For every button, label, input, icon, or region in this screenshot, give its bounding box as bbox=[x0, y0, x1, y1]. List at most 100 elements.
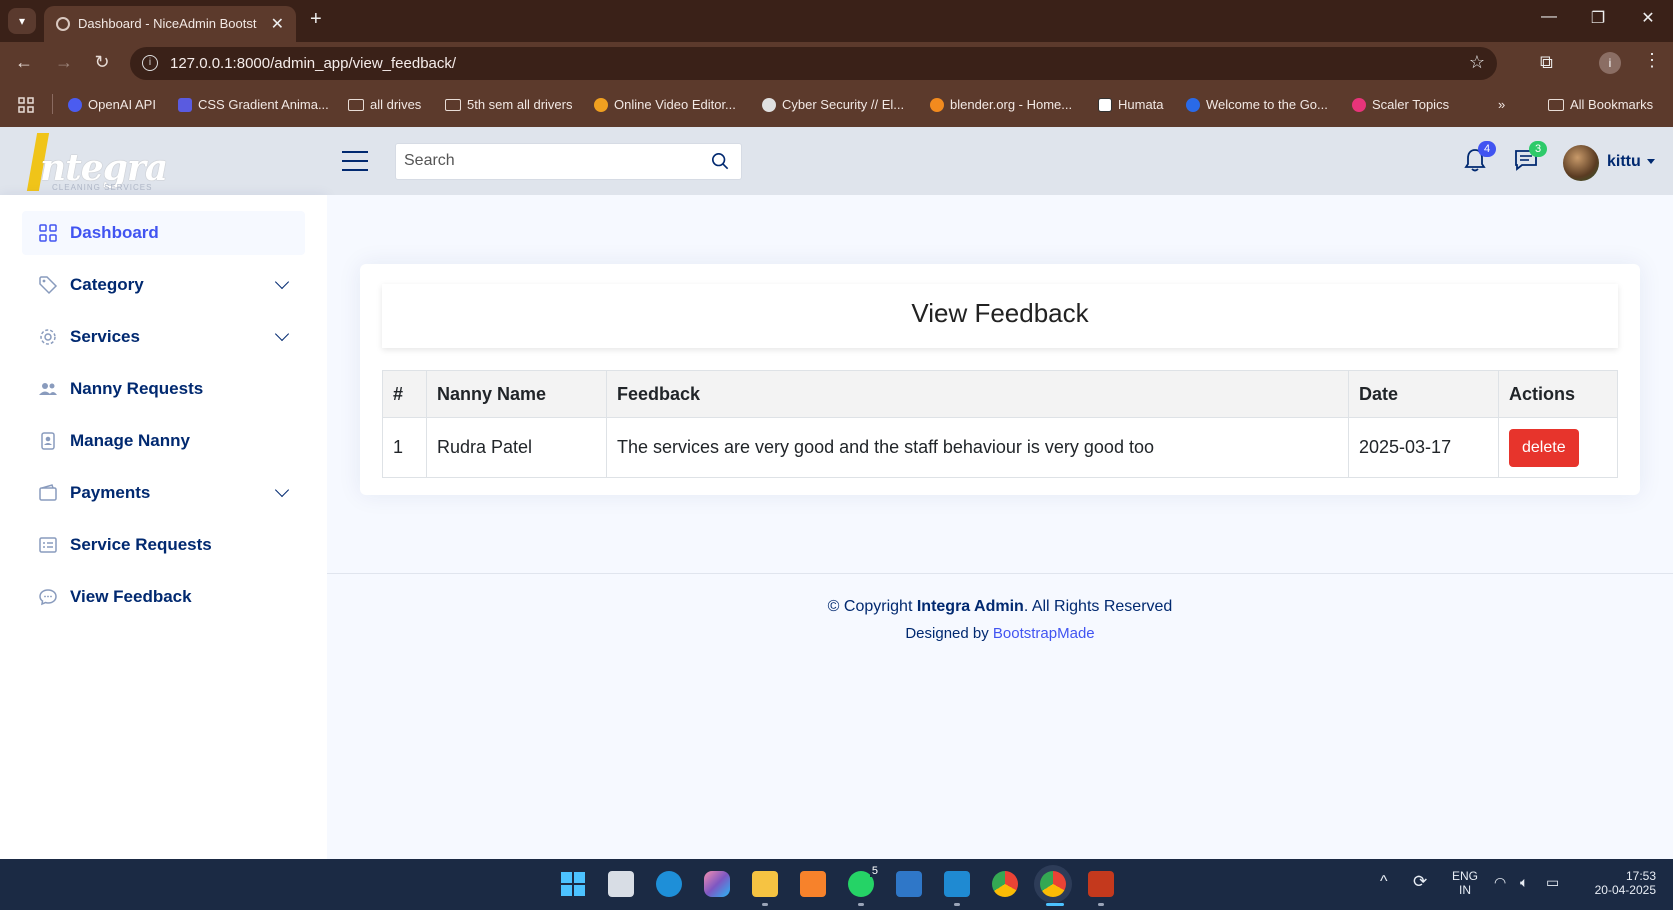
globe-icon bbox=[56, 17, 70, 31]
bootstrapmade-link[interactable]: BootstrapMade bbox=[993, 625, 1095, 642]
powerpoint-icon[interactable] bbox=[1088, 871, 1114, 897]
humata-icon bbox=[1098, 97, 1112, 112]
list-card-icon bbox=[39, 537, 57, 553]
logo[interactable]: ntegra CLEANING SERVICES bbox=[22, 127, 172, 195]
sidebar-item-label: Payments bbox=[70, 483, 151, 502]
caret-down-icon[interactable] bbox=[1647, 159, 1655, 164]
copilot-icon[interactable] bbox=[704, 871, 730, 897]
tab-close-icon[interactable]: ✕ bbox=[271, 14, 284, 34]
wifi-icon[interactable]: ◠ bbox=[1494, 874, 1506, 891]
sidebar-item-category[interactable]: Category bbox=[22, 263, 305, 307]
sidebar-item-manage-nanny[interactable]: Manage Nanny bbox=[22, 419, 305, 463]
bookmark-all-drives[interactable]: all drives bbox=[348, 97, 421, 112]
sidebar-item-services[interactable]: Services bbox=[22, 315, 305, 359]
video-editor-icon bbox=[594, 97, 608, 112]
xampp-icon[interactable] bbox=[800, 871, 826, 897]
language-indicator[interactable]: ENG IN bbox=[1450, 869, 1480, 897]
new-tab-button[interactable]: + bbox=[310, 8, 322, 31]
folder-icon bbox=[445, 98, 461, 111]
bookmark-scaler[interactable]: Scaler Topics bbox=[1352, 97, 1449, 112]
profile-icon[interactable]: i bbox=[1599, 52, 1621, 74]
blender-icon bbox=[930, 97, 944, 112]
store-icon[interactable] bbox=[896, 871, 922, 897]
chrome-profile-icon[interactable] bbox=[1040, 871, 1066, 897]
search-input[interactable] bbox=[404, 152, 684, 170]
task-view-icon[interactable] bbox=[608, 871, 634, 897]
grid-icon bbox=[39, 224, 57, 242]
welcome-go-icon bbox=[1186, 97, 1200, 112]
sidebar-toggle-icon[interactable] bbox=[342, 151, 368, 171]
restore-button[interactable]: ❐ bbox=[1583, 8, 1613, 28]
whatsapp-icon[interactable]: 5 bbox=[848, 865, 880, 897]
vscode-icon[interactable] bbox=[944, 871, 970, 897]
feedback-table: # Nanny Name Feedback Date Actions 1 Rud… bbox=[382, 370, 1618, 478]
reload-button[interactable]: ↻ bbox=[90, 52, 114, 73]
sidebar-item-label: Services bbox=[70, 327, 140, 346]
bookmark-humata[interactable]: Humata bbox=[1098, 97, 1164, 112]
scaler-icon bbox=[1352, 97, 1366, 112]
clock[interactable]: 17:53 20-04-2025 bbox=[1582, 869, 1656, 897]
table-row: 1 Rudra Patel The services are very good… bbox=[382, 417, 1618, 478]
running-indicator bbox=[1098, 903, 1104, 906]
sidebar-item-service-requests[interactable]: Service Requests bbox=[22, 523, 305, 567]
sidebar-item-label: Service Requests bbox=[70, 535, 212, 554]
copyright: © Copyright Integra Admin. All Rights Re… bbox=[827, 598, 1173, 615]
card-header: View Feedback bbox=[382, 284, 1618, 348]
sidebar-item-dashboard[interactable]: Dashboard bbox=[22, 211, 305, 255]
sidebar-item-payments[interactable]: Payments bbox=[22, 471, 305, 515]
edge-icon[interactable] bbox=[656, 871, 682, 897]
more-bookmarks-icon[interactable]: » bbox=[1498, 97, 1505, 112]
bookmark-blender[interactable]: blender.org - Home... bbox=[930, 97, 1072, 112]
minimize-button[interactable]: — bbox=[1534, 8, 1564, 26]
running-indicator bbox=[762, 903, 768, 906]
apps-grid-icon[interactable] bbox=[18, 97, 34, 113]
messages-button[interactable]: 3 bbox=[1513, 141, 1547, 173]
notifications-button[interactable]: 4 bbox=[1462, 141, 1496, 173]
windows-start-icon[interactable] bbox=[560, 871, 586, 897]
battery-icon[interactable]: ▭ bbox=[1546, 874, 1559, 891]
bookmark-star-icon[interactable]: ☆ bbox=[1469, 52, 1485, 73]
browser-menu-icon[interactable]: ⋮ bbox=[1643, 50, 1661, 71]
address-bar[interactable]: i 127.0.0.1:8000/admin_app/view_feedback… bbox=[130, 47, 1497, 80]
running-indicator bbox=[954, 903, 960, 906]
sidebar-item-label: Manage Nanny bbox=[70, 431, 190, 450]
tab-search-button[interactable]: ▾ bbox=[8, 8, 36, 34]
volume-icon[interactable]: 🔈︎ bbox=[1520, 874, 1528, 891]
sync-icon[interactable]: ⟳ bbox=[1413, 872, 1427, 892]
back-button[interactable]: ← bbox=[12, 52, 36, 73]
app-header: ntegra CLEANING SERVICES 4 3 kittu bbox=[0, 127, 1673, 195]
windows-taskbar: 5 ^ ⟳ ENG IN ◠ 🔈︎ ▭ 17:53 20-04-2025 bbox=[0, 859, 1673, 910]
tag-icon bbox=[39, 276, 58, 295]
delete-button[interactable]: delete bbox=[1509, 428, 1579, 467]
url-text[interactable]: 127.0.0.1:8000/admin_app/view_feedback/ bbox=[170, 55, 456, 72]
user-name[interactable]: kittu bbox=[1607, 153, 1641, 171]
avatar[interactable] bbox=[1563, 145, 1599, 181]
bookmark-openai[interactable]: OpenAI API bbox=[68, 97, 156, 112]
search-icon[interactable] bbox=[711, 152, 729, 170]
actions-cell: delete bbox=[1498, 417, 1618, 478]
chevron-up-icon[interactable]: ^ bbox=[1380, 873, 1388, 891]
window-close-button[interactable]: ✕ bbox=[1633, 8, 1663, 28]
sidebar-item-view-feedback[interactable]: View Feedback bbox=[22, 575, 305, 619]
file-explorer-icon[interactable] bbox=[752, 871, 778, 897]
bookmark-welcome-go[interactable]: Welcome to the Go... bbox=[1186, 97, 1328, 112]
logo-subtitle: CLEANING SERVICES bbox=[52, 183, 153, 192]
chrome-icon[interactable] bbox=[992, 871, 1018, 897]
site-info-icon[interactable]: i bbox=[142, 55, 158, 71]
forward-button[interactable]: → bbox=[52, 52, 76, 73]
bookmark-css-gradient[interactable]: CSS Gradient Anima... bbox=[178, 97, 329, 112]
sidebar-item-label: Nanny Requests bbox=[70, 379, 204, 398]
all-bookmarks[interactable]: All Bookmarks bbox=[1548, 97, 1653, 112]
active-indicator bbox=[1046, 903, 1064, 906]
folder-icon bbox=[1548, 98, 1564, 111]
extensions-icon[interactable]: ⧉ bbox=[1540, 52, 1553, 73]
bookmark-5th-sem[interactable]: 5th sem all drivers bbox=[445, 97, 572, 112]
column-header-actions: Actions bbox=[1498, 370, 1618, 418]
css-gradient-icon bbox=[178, 97, 192, 112]
running-indicator bbox=[858, 903, 864, 906]
bookmark-video-editor[interactable]: Online Video Editor... bbox=[594, 97, 736, 112]
footer-brand: Integra Admin bbox=[916, 598, 1024, 615]
bookmark-cyber-security[interactable]: Cyber Security // El... bbox=[762, 97, 904, 112]
sidebar-item-nanny-requests[interactable]: Nanny Requests bbox=[22, 367, 305, 411]
browser-tab-active[interactable]: Dashboard - NiceAdmin Bootst ✕ bbox=[44, 6, 296, 42]
